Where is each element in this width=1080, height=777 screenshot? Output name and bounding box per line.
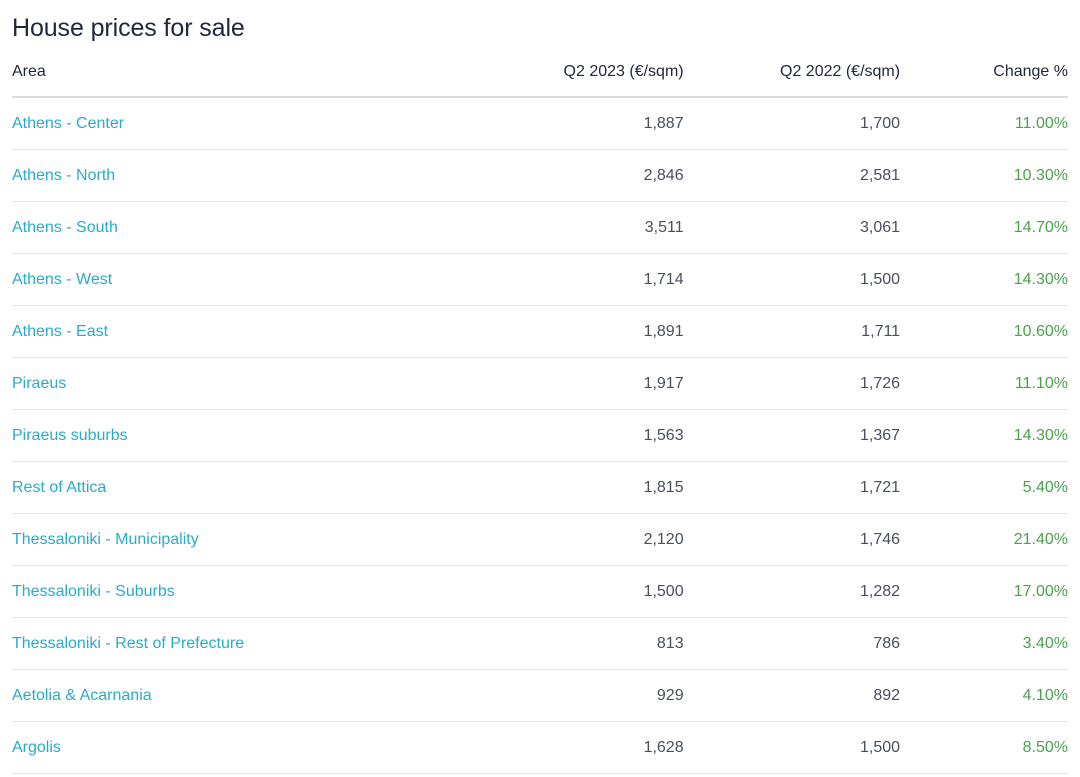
price-q2-2023: 1,887 [508,97,683,150]
price-q2-2022: 1,282 [684,566,900,618]
table-row: Athens - West1,7141,50014.30% [12,254,1068,306]
table-row: Athens - North2,8462,58110.30% [12,150,1068,202]
change-percent: 21.40% [900,514,1068,566]
area-link[interactable]: Athens - Center [12,97,508,150]
change-percent: 17.00% [900,566,1068,618]
change-percent: 8.50% [900,722,1068,774]
price-q2-2023: 1,714 [508,254,683,306]
price-q2-2023: 1,815 [508,462,683,514]
table-row: Piraeus suburbs1,5631,36714.30% [12,410,1068,462]
column-header-area: Area [12,61,508,97]
price-q2-2023: 1,628 [508,722,683,774]
price-q2-2023: 1,563 [508,410,683,462]
table-row: Argolis1,6281,5008.50% [12,722,1068,774]
price-q2-2022: 1,700 [684,97,900,150]
table-header: Area Q2 2023 (€/sqm) Q2 2022 (€/sqm) Cha… [12,61,1068,97]
area-link[interactable]: Athens - South [12,202,508,254]
area-link[interactable]: Argolis [12,722,508,774]
price-q2-2023: 929 [508,670,683,722]
area-link[interactable]: Thessaloniki - Municipality [12,514,508,566]
area-link[interactable]: Thessaloniki - Suburbs [12,566,508,618]
area-link[interactable]: Athens - East [12,306,508,358]
column-header-change: Change % [900,61,1068,97]
area-link[interactable]: Rest of Attica [12,462,508,514]
price-q2-2022: 1,711 [684,306,900,358]
table-row: Thessaloniki - Suburbs1,5001,28217.00% [12,566,1068,618]
table-body: Athens - Center1,8871,70011.00%Athens - … [12,97,1068,774]
price-q2-2022: 786 [684,618,900,670]
table-row: Thessaloniki - Municipality2,1201,74621.… [12,514,1068,566]
change-percent: 10.60% [900,306,1068,358]
price-q2-2022: 3,061 [684,202,900,254]
price-q2-2022: 1,726 [684,358,900,410]
change-percent: 11.00% [900,97,1068,150]
price-q2-2023: 813 [508,618,683,670]
change-percent: 14.70% [900,202,1068,254]
column-header-q2-2023: Q2 2023 (€/sqm) [508,61,683,97]
house-prices-panel: House prices for sale Area Q2 2023 (€/sq… [0,0,1080,777]
price-q2-2023: 1,917 [508,358,683,410]
column-header-q2-2022: Q2 2022 (€/sqm) [684,61,900,97]
change-percent: 14.30% [900,254,1068,306]
table-row: Athens - Center1,8871,70011.00% [12,97,1068,150]
area-link[interactable]: Aetolia & Acarnania [12,670,508,722]
area-link[interactable]: Piraeus [12,358,508,410]
price-q2-2022: 1,500 [684,254,900,306]
table-header-row: Area Q2 2023 (€/sqm) Q2 2022 (€/sqm) Cha… [12,61,1068,97]
table-row: Aetolia & Acarnania9298924.10% [12,670,1068,722]
price-q2-2022: 1,721 [684,462,900,514]
area-link[interactable]: Thessaloniki - Rest of Prefecture [12,618,508,670]
price-q2-2023: 2,846 [508,150,683,202]
price-q2-2023: 1,891 [508,306,683,358]
change-percent: 3.40% [900,618,1068,670]
price-q2-2023: 2,120 [508,514,683,566]
price-q2-2022: 1,500 [684,722,900,774]
table-row: Piraeus1,9171,72611.10% [12,358,1068,410]
table-row: Athens - East1,8911,71110.60% [12,306,1068,358]
price-q2-2022: 2,581 [684,150,900,202]
change-percent: 5.40% [900,462,1068,514]
area-link[interactable]: Athens - West [12,254,508,306]
price-q2-2022: 892 [684,670,900,722]
change-percent: 4.10% [900,670,1068,722]
change-percent: 11.10% [900,358,1068,410]
price-q2-2022: 1,746 [684,514,900,566]
price-q2-2023: 1,500 [508,566,683,618]
area-link[interactable]: Athens - North [12,150,508,202]
table-row: Rest of Attica1,8151,7215.40% [12,462,1068,514]
page-title: House prices for sale [12,0,1068,44]
price-q2-2022: 1,367 [684,410,900,462]
price-q2-2023: 3,511 [508,202,683,254]
change-percent: 14.30% [900,410,1068,462]
house-prices-table: Area Q2 2023 (€/sqm) Q2 2022 (€/sqm) Cha… [12,61,1068,774]
table-row: Thessaloniki - Rest of Prefecture8137863… [12,618,1068,670]
change-percent: 10.30% [900,150,1068,202]
table-row: Athens - South3,5113,06114.70% [12,202,1068,254]
area-link[interactable]: Piraeus suburbs [12,410,508,462]
